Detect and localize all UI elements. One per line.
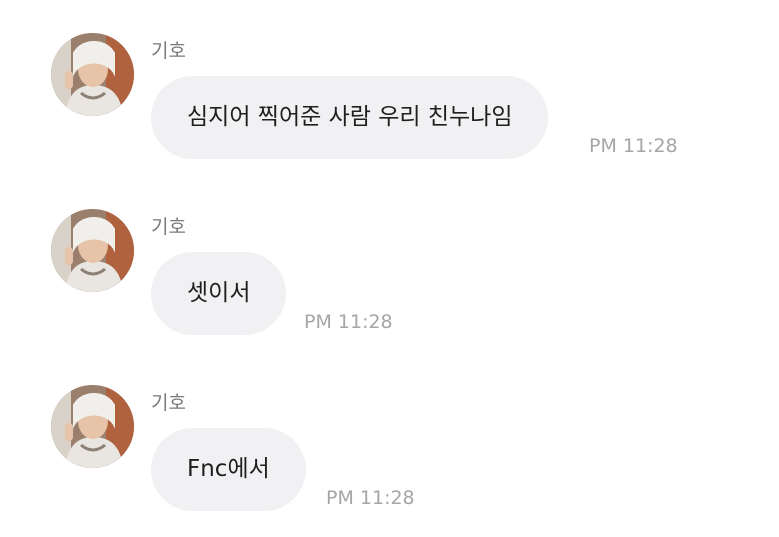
message-row: 기호 셋이서 PM 11:28 [0, 209, 779, 349]
message-bubble[interactable]: 심지어 찍어준 사람 우리 친누나임 [151, 76, 549, 159]
profile-photo-icon [51, 385, 134, 468]
sender-name: 기호 [151, 392, 186, 414]
message-timestamp: PM 11:28 [326, 487, 415, 509]
message-row: 기호 Fnc에서 PM 11:28 [0, 385, 779, 525]
avatar[interactable] [51, 33, 134, 116]
message-bubble[interactable]: Fnc에서 [151, 428, 306, 511]
profile-photo-icon [51, 209, 134, 292]
message-row: 기호 심지어 찍어준 사람 우리 친누나임 PM 11:28 [0, 33, 779, 173]
profile-photo-icon [51, 33, 134, 116]
message-timestamp: PM 11:28 [589, 135, 678, 157]
sender-name: 기호 [151, 40, 186, 62]
message-timestamp: PM 11:28 [304, 311, 393, 333]
avatar[interactable] [51, 209, 134, 292]
sender-name: 기호 [151, 216, 186, 238]
message-bubble[interactable]: 셋이서 [151, 252, 287, 335]
avatar[interactable] [51, 385, 134, 468]
